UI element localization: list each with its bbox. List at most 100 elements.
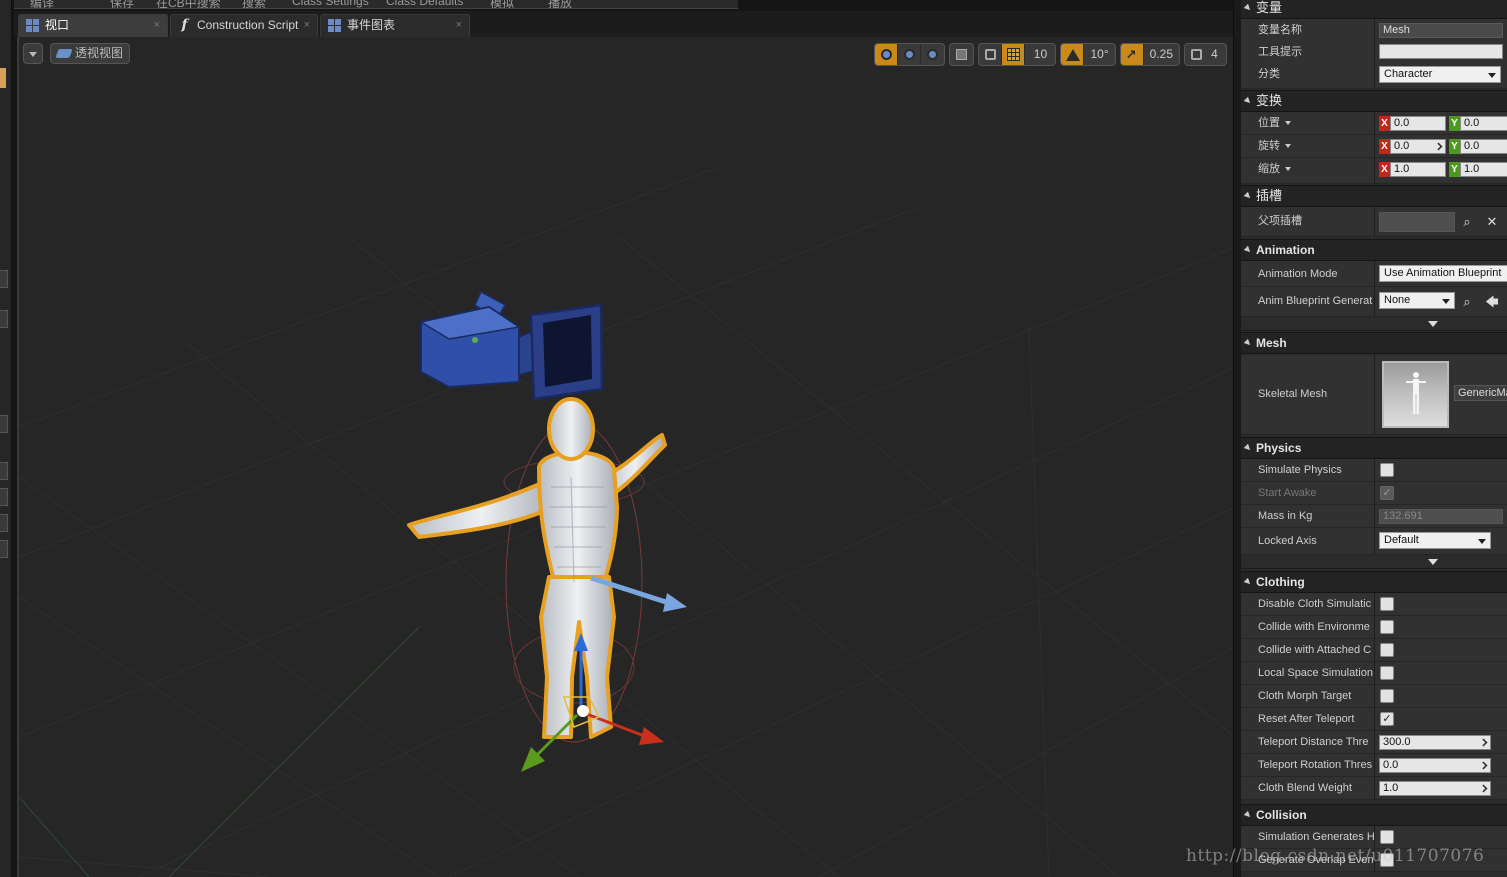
translate-mode-button[interactable] [875, 44, 899, 65]
clothing-checkbox[interactable] [1380, 620, 1394, 634]
character-mesh[interactable] [407, 397, 667, 739]
animation-mode-dropdown[interactable]: Use Animation Blueprint [1379, 265, 1507, 282]
left-panel-handle[interactable] [0, 488, 8, 506]
left-panel-handle[interactable] [0, 514, 8, 532]
section-variable-header[interactable]: 变量 [1241, 0, 1507, 19]
section-collision-header[interactable]: Collision [1241, 804, 1507, 826]
anim-blueprint-dropdown[interactable]: None [1379, 292, 1455, 309]
camera-speed-group: 4 [1184, 43, 1227, 66]
x-axis-badge: X [1379, 116, 1390, 131]
simulate-physics-checkbox[interactable] [1380, 463, 1394, 477]
spin-icon[interactable] [1479, 761, 1488, 770]
mass-label: Mass in Kg [1258, 510, 1313, 522]
chevron-down-icon[interactable] [1285, 121, 1291, 125]
search-icon[interactable]: ⌕ [1459, 294, 1475, 310]
world-local-toggle[interactable] [950, 44, 973, 65]
clothing-number-field[interactable]: 300.0 [1379, 735, 1491, 750]
save-button[interactable]: 保存 [110, 0, 134, 8]
compile-button[interactable]: 编译 [30, 0, 54, 8]
class-defaults-button[interactable]: Class Defaults [386, 0, 463, 8]
tab-construction-script[interactable]: f Construction Script × [170, 14, 318, 37]
spin-icon[interactable] [1479, 784, 1488, 793]
simulate-button[interactable]: 模拟 [490, 0, 514, 8]
clothing-checkbox[interactable]: ✓ [1380, 712, 1394, 726]
search-icon[interactable]: ⌕ [1459, 214, 1475, 230]
section-transform-header[interactable]: 变换 [1241, 90, 1507, 112]
grid-snap-value[interactable]: 10 [1025, 44, 1055, 65]
left-panel-handle[interactable] [0, 270, 8, 288]
start-awake-checkbox[interactable]: ✓ [1380, 486, 1394, 500]
spin-icon[interactable] [1434, 142, 1443, 151]
rotation-snap-toggle[interactable] [1061, 44, 1085, 65]
mass-field[interactable]: 132.691 [1379, 509, 1503, 524]
viewport-options-button[interactable] [23, 43, 43, 64]
close-icon[interactable]: × [154, 15, 160, 36]
property-row: Teleport Rotation Thres 0.0 [1241, 754, 1507, 777]
rotation-x-field[interactable]: 0.0 [1390, 139, 1446, 154]
rotation-y-field[interactable]: 0.0 [1460, 139, 1507, 154]
section-mesh-header[interactable]: Mesh [1241, 332, 1507, 354]
rotation-snap-value[interactable]: 10° [1084, 44, 1114, 65]
grid-snap-toggle[interactable] [1002, 44, 1026, 65]
section-sockets-header[interactable]: 插槽 [1241, 185, 1507, 207]
variable-name-field[interactable]: Mesh [1379, 23, 1503, 38]
skeletal-mesh-asset-name[interactable]: GenericMale [1454, 385, 1507, 401]
search-button[interactable]: 搜索 [242, 0, 266, 8]
play-button[interactable]: 播放 [548, 0, 572, 8]
animation-advanced-expander[interactable] [1241, 317, 1507, 331]
left-panel-handle[interactable] [0, 462, 8, 480]
clothing-number-field[interactable]: 0.0 [1379, 758, 1491, 773]
section-physics-header[interactable]: Physics [1241, 437, 1507, 459]
rotation-label[interactable]: 旋转 [1258, 135, 1374, 157]
chevron-down-icon[interactable] [1285, 144, 1291, 148]
class-settings-button[interactable]: Class Settings [292, 0, 369, 8]
property-row: Cloth Blend Weight 1.0 [1241, 777, 1507, 800]
left-panel-handle[interactable] [0, 540, 8, 558]
location-label[interactable]: 位置 [1258, 112, 1374, 134]
view-mode-button[interactable]: 透视视图 [50, 43, 131, 64]
mesh-thumbnail[interactable] [1382, 361, 1449, 428]
close-icon[interactable]: × [456, 15, 462, 36]
scale-mode-button[interactable] [921, 44, 944, 65]
rotation-snap-group: 10° [1060, 43, 1116, 66]
locked-axis-dropdown[interactable]: Default [1379, 532, 1491, 549]
find-in-cb-button[interactable]: 在CB中搜索 [156, 0, 221, 8]
left-panel-handle[interactable] [0, 415, 8, 433]
scale-y-field[interactable]: 1.0 [1460, 162, 1507, 177]
3d-viewport[interactable]: 透视视图 10 10° ↗ 0.25 4 [17, 37, 1233, 877]
location-y-field[interactable]: 0.0 [1460, 116, 1507, 131]
close-icon[interactable]: × [304, 15, 310, 36]
mannequin-icon [1406, 372, 1426, 414]
close-icon[interactable]: ✕ [1484, 214, 1500, 230]
clothing-checkbox[interactable] [1380, 666, 1394, 680]
camera-speed-button[interactable] [1185, 44, 1208, 65]
surface-snap-button[interactable] [979, 44, 1003, 65]
parent-socket-field[interactable] [1379, 212, 1455, 232]
panel-splitter[interactable] [1233, 0, 1241, 877]
left-panel-handle[interactable] [0, 310, 8, 328]
section-clothing-header[interactable]: Clothing [1241, 571, 1507, 593]
tooltip-field[interactable] [1379, 44, 1503, 59]
clothing-checkbox[interactable] [1380, 643, 1394, 657]
category-dropdown[interactable]: Character [1379, 66, 1501, 83]
spin-icon[interactable] [1479, 738, 1488, 747]
camera-component[interactable] [419, 290, 604, 401]
clothing-number-field[interactable]: 1.0 [1379, 781, 1491, 796]
scale-snap-value[interactable]: 0.25 [1144, 44, 1179, 65]
location-x-field[interactable]: 0.0 [1390, 116, 1446, 131]
scale-x-field[interactable]: 1.0 [1390, 162, 1446, 177]
clothing-checkbox[interactable] [1380, 689, 1394, 703]
scale-snap-toggle[interactable]: ↗ [1120, 44, 1144, 65]
scale-label[interactable]: 缩放 [1258, 158, 1374, 180]
rotate-mode-button[interactable] [898, 44, 922, 65]
left-panel-accent [0, 68, 6, 88]
use-selected-arrow-icon[interactable]: 🡄 [1484, 294, 1500, 310]
tab-event-graph[interactable]: 事件图表 × [320, 14, 470, 37]
collision-checkbox[interactable] [1380, 830, 1394, 844]
chevron-down-icon[interactable] [1285, 167, 1291, 171]
section-animation-header[interactable]: Animation [1241, 239, 1507, 261]
physics-advanced-expander[interactable] [1241, 555, 1507, 569]
clothing-checkbox[interactable] [1380, 597, 1394, 611]
camera-speed-value[interactable]: 4 [1208, 44, 1226, 65]
tab-viewport[interactable]: 视口 × [18, 14, 168, 37]
